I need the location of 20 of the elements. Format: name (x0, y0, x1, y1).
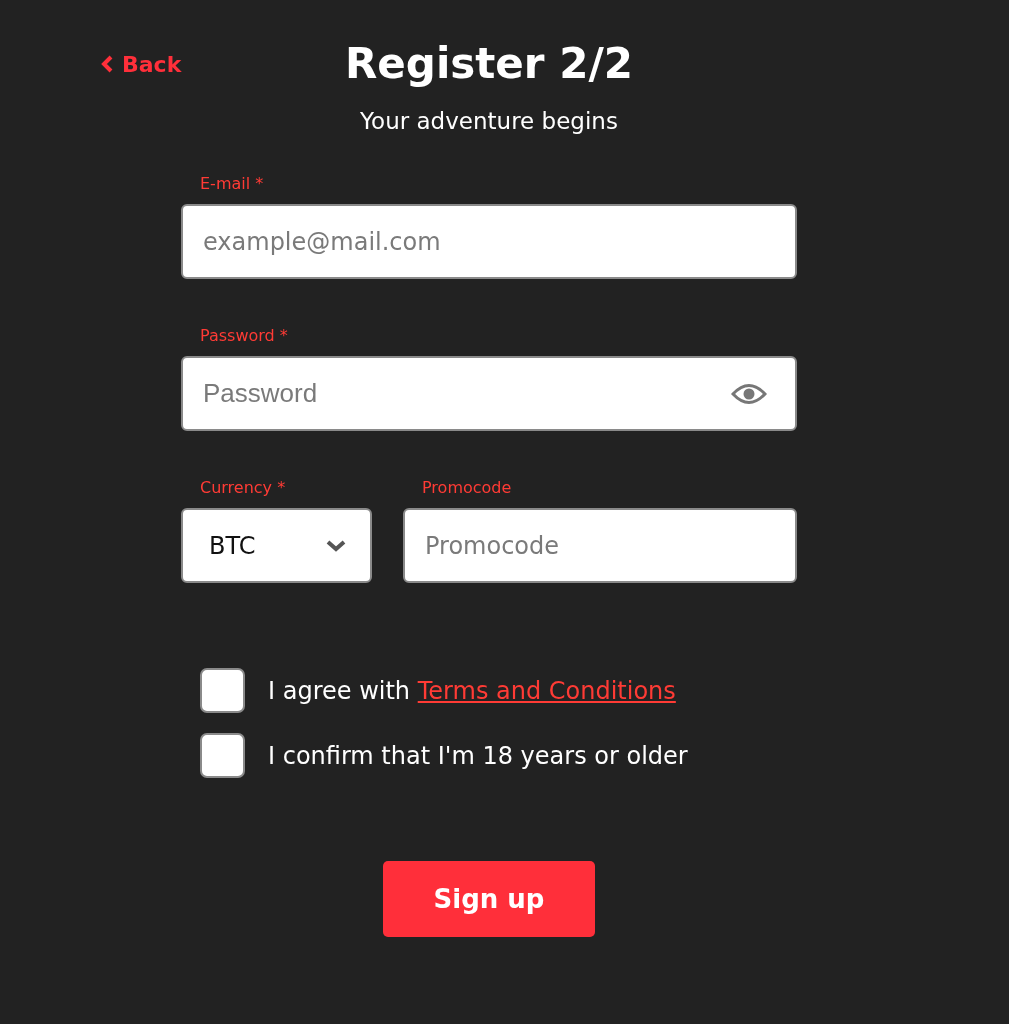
password-field[interactable]: Password (181, 356, 797, 431)
field-label: E-mail * (200, 174, 264, 194)
chevron-left-icon (100, 54, 114, 74)
field-label: Password * (200, 326, 288, 346)
chevron-down-icon (326, 539, 346, 552)
sign-up-button[interactable]: Sign up (383, 861, 595, 937)
eye-icon[interactable] (731, 383, 767, 405)
field-label: Currency * (200, 478, 286, 498)
checkbox-label: I confirm that I'm 18 years or older (268, 741, 688, 770)
promocode-field[interactable]: Promocode (403, 508, 797, 583)
checkbox-label: I agree with Terms and Conditions (268, 676, 676, 705)
field-label: Promocode (422, 478, 512, 498)
checkbox[interactable] (200, 733, 245, 778)
email-field[interactable]: example@mail.com (181, 204, 797, 279)
terms-link[interactable]: Terms and Conditions (417, 676, 676, 705)
back-link[interactable]: Back (100, 51, 182, 77)
currency-select[interactable]: BTC (181, 508, 372, 583)
checkbox[interactable] (200, 668, 245, 713)
subtitle: Your adventure begins (359, 107, 619, 136)
page-title: Register 2/2 (345, 38, 633, 90)
